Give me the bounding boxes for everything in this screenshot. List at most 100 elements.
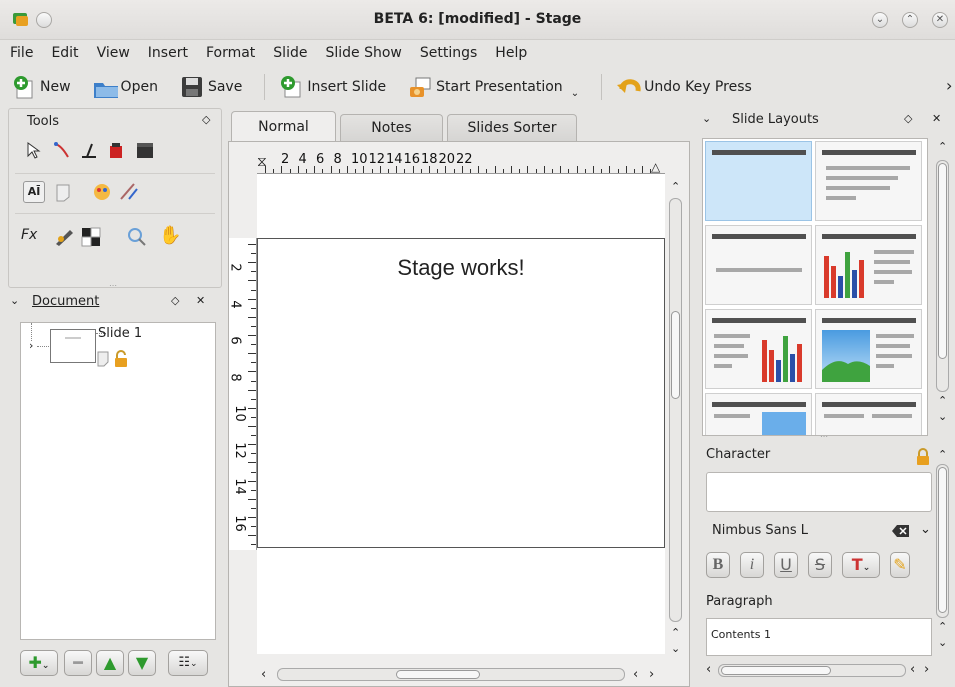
- panel-close-icon[interactable]: ✕: [196, 294, 205, 307]
- menu-help[interactable]: Help: [495, 45, 527, 61]
- slide-page[interactable]: Stage works!: [257, 238, 665, 548]
- scroll-right-icon[interactable]: ›: [649, 667, 654, 682]
- paragraph-style-item[interactable]: Contents 1: [711, 628, 771, 641]
- italic-button[interactable]: i: [740, 552, 764, 578]
- horizontal-scrollbar[interactable]: [277, 668, 625, 681]
- panel-close-icon[interactable]: ✕: [932, 112, 941, 125]
- view-mode-button[interactable]: ☷⌄: [168, 650, 208, 676]
- chevron-down-icon[interactable]: ⌄: [571, 88, 579, 99]
- tab-normal[interactable]: Normal: [231, 111, 336, 141]
- paragraph-style-list[interactable]: Contents 1: [706, 618, 932, 656]
- zoom-tool-icon[interactable]: [127, 227, 147, 251]
- strikethrough-button[interactable]: S: [808, 552, 832, 578]
- vertical-scroll-thumb[interactable]: [671, 311, 680, 399]
- panel-float-icon[interactable]: ◇: [202, 113, 210, 126]
- clapperboard-icon[interactable]: [135, 140, 155, 164]
- character-hscroll-thumb[interactable]: [721, 666, 831, 675]
- scroll-up-icon[interactable]: ⌃: [938, 140, 947, 153]
- expand-arrow-icon[interactable]: ›: [29, 339, 33, 352]
- calligraphy-tool-icon[interactable]: [79, 141, 99, 163]
- menu-settings[interactable]: Settings: [420, 45, 477, 61]
- panel-float-icon[interactable]: ◇: [904, 112, 912, 125]
- move-down-button[interactable]: ▼: [128, 650, 156, 676]
- menu-slide[interactable]: Slide: [273, 45, 307, 61]
- horizontal-ruler[interactable]: 2 4 6 8 10 12 14 16 18 20 22 ⧖ △: [257, 148, 665, 174]
- save-button[interactable]: Save: [180, 75, 242, 99]
- layout-two-column[interactable]: [815, 393, 922, 435]
- menu-view[interactable]: View: [97, 45, 130, 61]
- layout-bullets-image[interactable]: [705, 393, 812, 435]
- close-button[interactable]: ✕: [932, 12, 948, 28]
- scroll-left-icon[interactable]: ‹: [910, 662, 915, 677]
- horizontal-scroll-thumb[interactable]: [396, 670, 480, 679]
- pen-tool-icon[interactable]: [53, 225, 75, 251]
- move-up-button[interactable]: ▲: [96, 650, 124, 676]
- pattern-tool-icon[interactable]: [81, 227, 101, 251]
- chevron-down-icon[interactable]: ⌄: [920, 522, 931, 537]
- brush-tool-icon[interactable]: [117, 181, 139, 207]
- scroll-down-icon[interactable]: ⌄: [938, 410, 947, 423]
- open-button[interactable]: Open: [93, 75, 158, 99]
- slide-title-text[interactable]: Stage works!: [258, 255, 664, 281]
- character-scrollbar[interactable]: [936, 464, 949, 618]
- text-color-button[interactable]: T⌄: [842, 552, 880, 578]
- maximize-button[interactable]: ⌃: [902, 12, 918, 28]
- formula-tool-icon[interactable]: Fx: [21, 227, 37, 243]
- scroll-up-icon[interactable]: ⌃: [938, 448, 947, 461]
- character-scroll-thumb[interactable]: [938, 467, 947, 613]
- scroll-up-icon[interactable]: ⌃: [938, 620, 947, 633]
- scroll-up-icon[interactable]: ⌃: [671, 180, 680, 193]
- menu-edit[interactable]: Edit: [51, 45, 78, 61]
- panel-collapse-icon[interactable]: ⌄: [702, 112, 711, 125]
- path-tool-icon[interactable]: [53, 141, 71, 163]
- layout-title-text[interactable]: [705, 225, 812, 305]
- note-tool-icon[interactable]: [55, 183, 73, 207]
- underline-button[interactable]: U: [774, 552, 798, 578]
- lock-icon[interactable]: [916, 448, 930, 470]
- panel-resize-handle[interactable]: ⋯: [820, 432, 828, 441]
- menu-insert[interactable]: Insert: [148, 45, 188, 61]
- lock-open-icon[interactable]: [114, 350, 128, 372]
- vertical-ruler[interactable]: 2 4 6 8 10 12 14 16: [228, 238, 257, 550]
- color-picker-icon[interactable]: [91, 181, 113, 207]
- slide-1-label[interactable]: Slide 1: [98, 326, 142, 341]
- menu-format[interactable]: Format: [206, 45, 255, 61]
- highlight-button[interactable]: ✎: [890, 552, 910, 578]
- tab-notes[interactable]: Notes: [340, 114, 443, 141]
- scroll-up-icon[interactable]: ⌃: [938, 394, 947, 407]
- pointer-tool-icon[interactable]: [25, 141, 41, 163]
- toolbar-overflow-icon[interactable]: ›: [946, 76, 952, 95]
- scroll-right-icon[interactable]: ›: [924, 662, 929, 677]
- slide-thumbnail[interactable]: [50, 329, 96, 363]
- tab-slides-sorter[interactable]: Slides Sorter: [447, 114, 577, 141]
- panel-collapse-icon[interactable]: ⌄: [10, 294, 19, 307]
- hand-tool-icon[interactable]: ✋: [159, 225, 181, 246]
- menu-file[interactable]: File: [10, 45, 33, 61]
- panel-resize-handle[interactable]: ⋯: [109, 281, 117, 290]
- text-tool-icon[interactable]: AĪ: [23, 181, 45, 203]
- scroll-down-icon[interactable]: ⌄: [938, 636, 947, 649]
- font-family-combo[interactable]: Nimbus Sans L ⌄: [706, 520, 938, 544]
- undo-button[interactable]: Undo Key Press: [616, 75, 752, 99]
- scroll-left-icon[interactable]: ‹: [261, 667, 266, 682]
- remove-slide-button[interactable]: ━: [64, 650, 92, 676]
- layout-image-bullets[interactable]: [815, 309, 922, 389]
- layouts-scrollbar[interactable]: [936, 160, 949, 392]
- character-hscrollbar[interactable]: [718, 664, 906, 677]
- add-slide-button[interactable]: ✚⌄: [20, 650, 58, 676]
- layouts-scroll-thumb[interactable]: [938, 163, 947, 359]
- start-presentation-button[interactable]: Start Presentation ⌄: [408, 75, 579, 99]
- scroll-down-icon[interactable]: ⌄: [671, 642, 680, 655]
- minimize-button[interactable]: ⌄: [872, 12, 888, 28]
- insert-slide-button[interactable]: Insert Slide: [279, 75, 386, 99]
- panel-float-icon[interactable]: ◇: [171, 294, 179, 307]
- layout-title-only[interactable]: [705, 141, 812, 221]
- scroll-left-icon[interactable]: ‹: [706, 662, 711, 677]
- left-indent-marker[interactable]: ⧖: [257, 154, 267, 170]
- new-button[interactable]: New: [12, 75, 71, 99]
- bold-button[interactable]: B: [706, 552, 730, 578]
- scroll-left-icon[interactable]: ‹: [633, 667, 638, 682]
- menu-slide-show[interactable]: Slide Show: [325, 45, 401, 61]
- vertical-scrollbar[interactable]: [669, 198, 682, 622]
- layout-title-bullets[interactable]: [815, 141, 922, 221]
